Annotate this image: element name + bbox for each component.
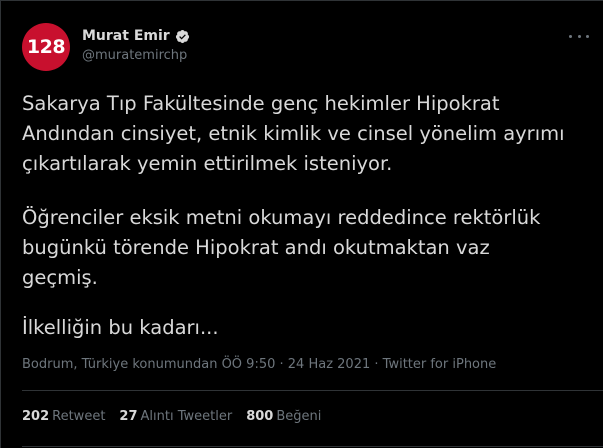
retweet-label: Retweet [52, 409, 106, 424]
verified-badge-icon [175, 29, 189, 43]
tweet-paragraph-2: Öğrenciler eksik metni okumayı reddedinc… [22, 203, 592, 293]
tweet-line: İlkelliğin bu kadarı... [22, 316, 219, 339]
like-count: 800 [246, 409, 274, 424]
avatar-text: 128 [26, 36, 66, 58]
tweet-source[interactable]: Twitter for iPhone [383, 357, 497, 372]
like-stat[interactable]: 800 Beğeni [246, 409, 321, 424]
tweet-line: bugünkü törende Hipokrat andı okutmaktan… [22, 236, 490, 259]
retweet-count: 202 [22, 409, 50, 424]
tweet-card: 128 Murat Emir @muratemirchp Sakarya Tıp… [0, 0, 603, 448]
more-dot [569, 34, 572, 38]
handle[interactable]: @muratemirchp [82, 48, 190, 63]
tweet-line: Andından cinsiyet, etnik kimlik ve cinse… [22, 122, 565, 145]
display-name[interactable]: Murat Emir [82, 28, 170, 44]
more-dot [577, 34, 581, 38]
left-border [0, 0, 1, 448]
like-label: Beğeni [276, 409, 322, 424]
author-info: Murat Emir @muratemirchp [82, 26, 190, 63]
divider [22, 390, 603, 391]
quote-label: Alıntı Tweetler [140, 409, 233, 424]
meta-separator: · [275, 357, 288, 372]
tweet-stats: 202 Retweet 27 Alıntı Tweetler 800 Beğeni [22, 409, 321, 424]
tweet-meta: Bodrum, Türkiye konumundan ÖÖ 9:50 · 24 … [22, 357, 496, 372]
meta-separator: · [370, 357, 383, 372]
more-options-icon[interactable] [569, 28, 589, 44]
name-row: Murat Emir [82, 26, 190, 46]
quote-stat[interactable]: 27 Alıntı Tweetler [119, 409, 232, 424]
retweet-stat[interactable]: 202 Retweet [22, 409, 105, 424]
tweet-line: çıkartılarak yemin ettirilmek isteniyor. [22, 152, 393, 175]
top-border [0, 0, 603, 1]
divider [22, 446, 603, 447]
quote-count: 27 [119, 409, 138, 424]
tweet-line: Sakarya Tıp Fakültesinde genç hekimler H… [22, 92, 500, 115]
location-time[interactable]: Bodrum, Türkiye konumundan ÖÖ 9:50 [22, 357, 275, 372]
tweet-date[interactable]: 24 Haz 2021 [288, 357, 370, 372]
tweet-paragraph-3: İlkelliğin bu kadarı... [22, 313, 592, 343]
tweet-line: geçmiş. [22, 266, 98, 289]
more-dot [586, 34, 589, 38]
tweet-line: Öğrenciler eksik metni okumayı reddedinc… [22, 206, 541, 229]
tweet-paragraph-1: Sakarya Tıp Fakültesinde genç hekimler H… [22, 89, 592, 179]
avatar[interactable]: 128 [22, 23, 70, 71]
